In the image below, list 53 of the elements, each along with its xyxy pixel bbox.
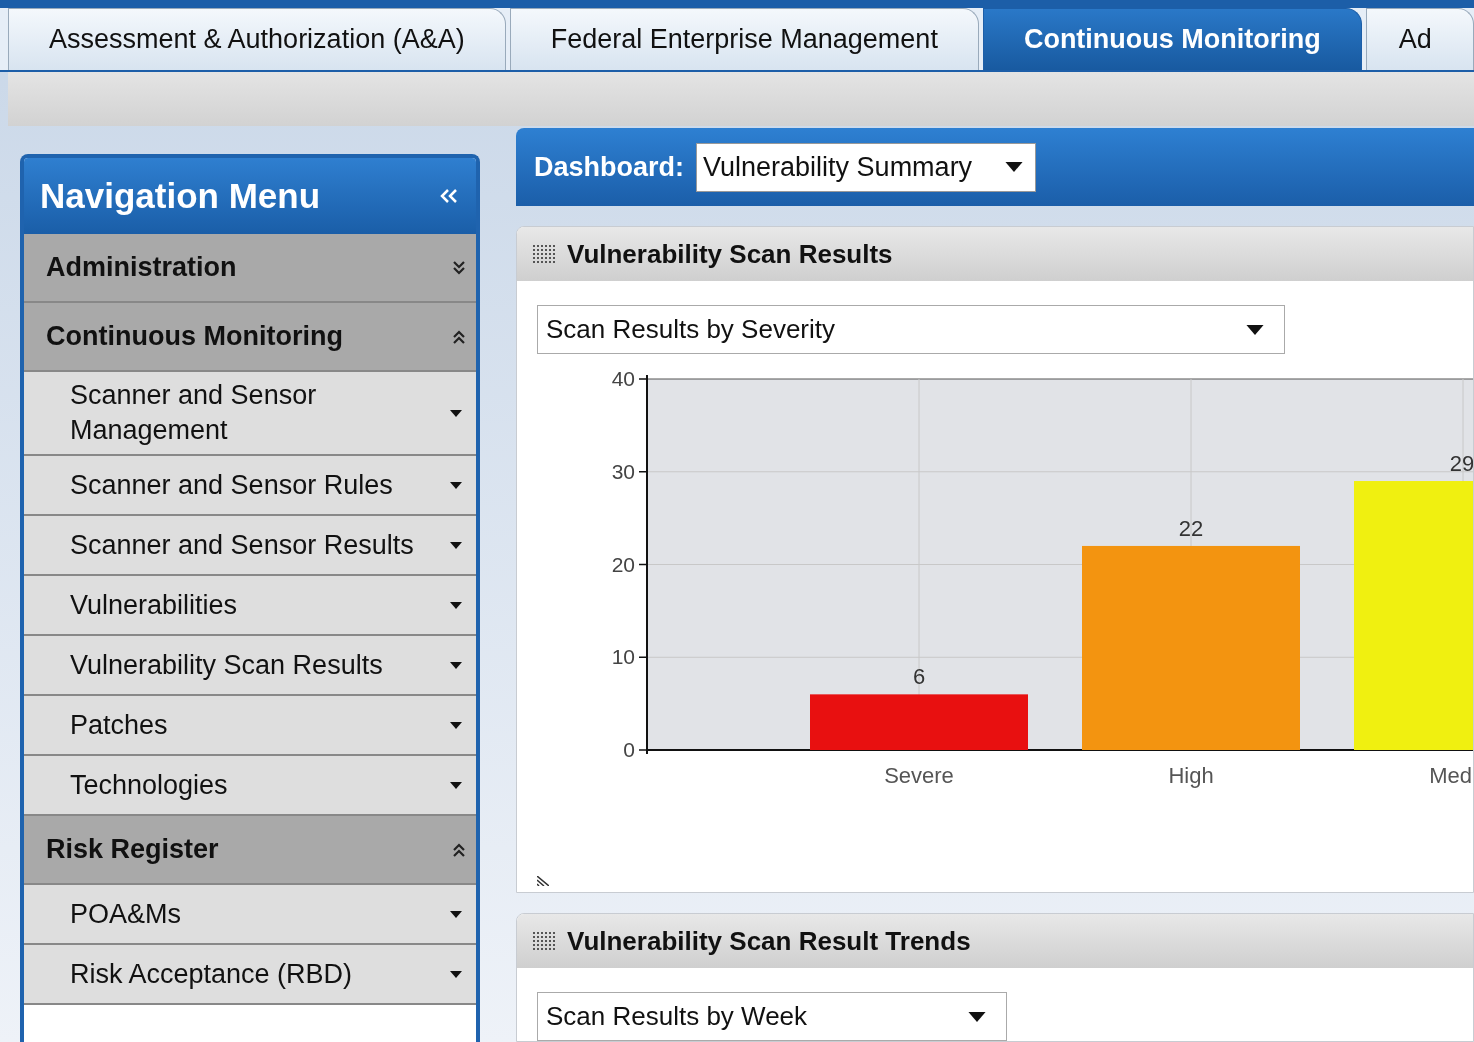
resize-grip-icon[interactable] bbox=[537, 876, 549, 886]
double-chevron-up-icon[interactable] bbox=[452, 328, 466, 345]
navigation-title: Navigation Menu bbox=[40, 174, 321, 217]
menu-item[interactable]: Technologies bbox=[24, 756, 476, 816]
double-chevron-down-icon[interactable] bbox=[452, 259, 466, 276]
caret-down-icon bbox=[450, 601, 462, 609]
drag-handle-icon[interactable] bbox=[533, 245, 555, 263]
caret-down-icon bbox=[1246, 324, 1264, 335]
menu-group-header[interactable]: Administration bbox=[24, 234, 476, 303]
menu-group-header[interactable]: Risk Register bbox=[24, 816, 476, 885]
menu-item[interactable]: Risk Acceptance (RBD) bbox=[24, 945, 476, 1005]
menu-item[interactable]: Scanner and Sensor Rules bbox=[24, 456, 476, 516]
caret-down-icon bbox=[450, 970, 462, 978]
category-label: Severe bbox=[884, 763, 954, 788]
menu-group-header[interactable]: Continuous Monitoring bbox=[24, 303, 476, 372]
panel-title: Vulnerability Scan Results bbox=[567, 237, 893, 271]
caret-down-icon bbox=[450, 721, 462, 729]
tab[interactable]: Ad bbox=[1365, 8, 1474, 70]
drag-handle-icon[interactable] bbox=[533, 932, 555, 951]
caret-down-icon bbox=[450, 661, 462, 669]
caret-down-icon bbox=[1005, 162, 1024, 172]
menu-item[interactable]: Vulnerability Scan Results bbox=[24, 636, 476, 696]
dashboard-select[interactable]: Vulnerability Summary bbox=[696, 142, 1037, 192]
chart-type-select[interactable]: Scan Results by Severity bbox=[537, 305, 1285, 354]
bar-value-label: 22 bbox=[1178, 515, 1204, 541]
menu-item[interactable]: Scanner and Sensor Results bbox=[24, 516, 476, 576]
y-tick-label: 10 bbox=[611, 645, 635, 669]
caret-down-icon bbox=[450, 409, 462, 417]
caret-down-icon bbox=[450, 910, 462, 918]
menu-item[interactable]: POA&Ms bbox=[24, 885, 476, 945]
menu-item[interactable]: Scanner and Sensor Management bbox=[24, 372, 476, 456]
tab[interactable]: Continuous Monitoring bbox=[982, 8, 1362, 70]
tab[interactable]: Federal Enterprise Management bbox=[509, 8, 979, 70]
dashboard-label: Dashboard: bbox=[534, 150, 685, 184]
caret-down-icon bbox=[450, 541, 462, 549]
y-tick-label: 30 bbox=[611, 459, 635, 483]
category-label: Med bbox=[1429, 763, 1472, 788]
menu-item[interactable]: Vulnerabilities bbox=[24, 576, 476, 636]
bar-value-label: 29 bbox=[1449, 451, 1473, 476]
y-tick-label: 0 bbox=[623, 738, 635, 761]
collapse-icon[interactable] bbox=[438, 188, 460, 204]
y-tick-label: 40 bbox=[611, 367, 635, 390]
panel-title: Vulnerability Scan Result Trends bbox=[567, 924, 971, 958]
caret-down-icon bbox=[450, 781, 462, 789]
y-tick-label: 20 bbox=[611, 552, 635, 576]
tab[interactable]: Assessment & Authorization (A&A) bbox=[8, 8, 506, 70]
caret-down-icon bbox=[968, 1011, 986, 1022]
chart-type-select[interactable]: Scan Results by Week bbox=[537, 992, 1007, 1041]
category-label: High bbox=[1168, 763, 1214, 788]
bar-value-label: 6 bbox=[912, 664, 926, 690]
menu-item[interactable]: Patches bbox=[24, 696, 476, 756]
double-chevron-up-icon[interactable] bbox=[452, 841, 466, 858]
caret-down-icon bbox=[450, 481, 462, 489]
